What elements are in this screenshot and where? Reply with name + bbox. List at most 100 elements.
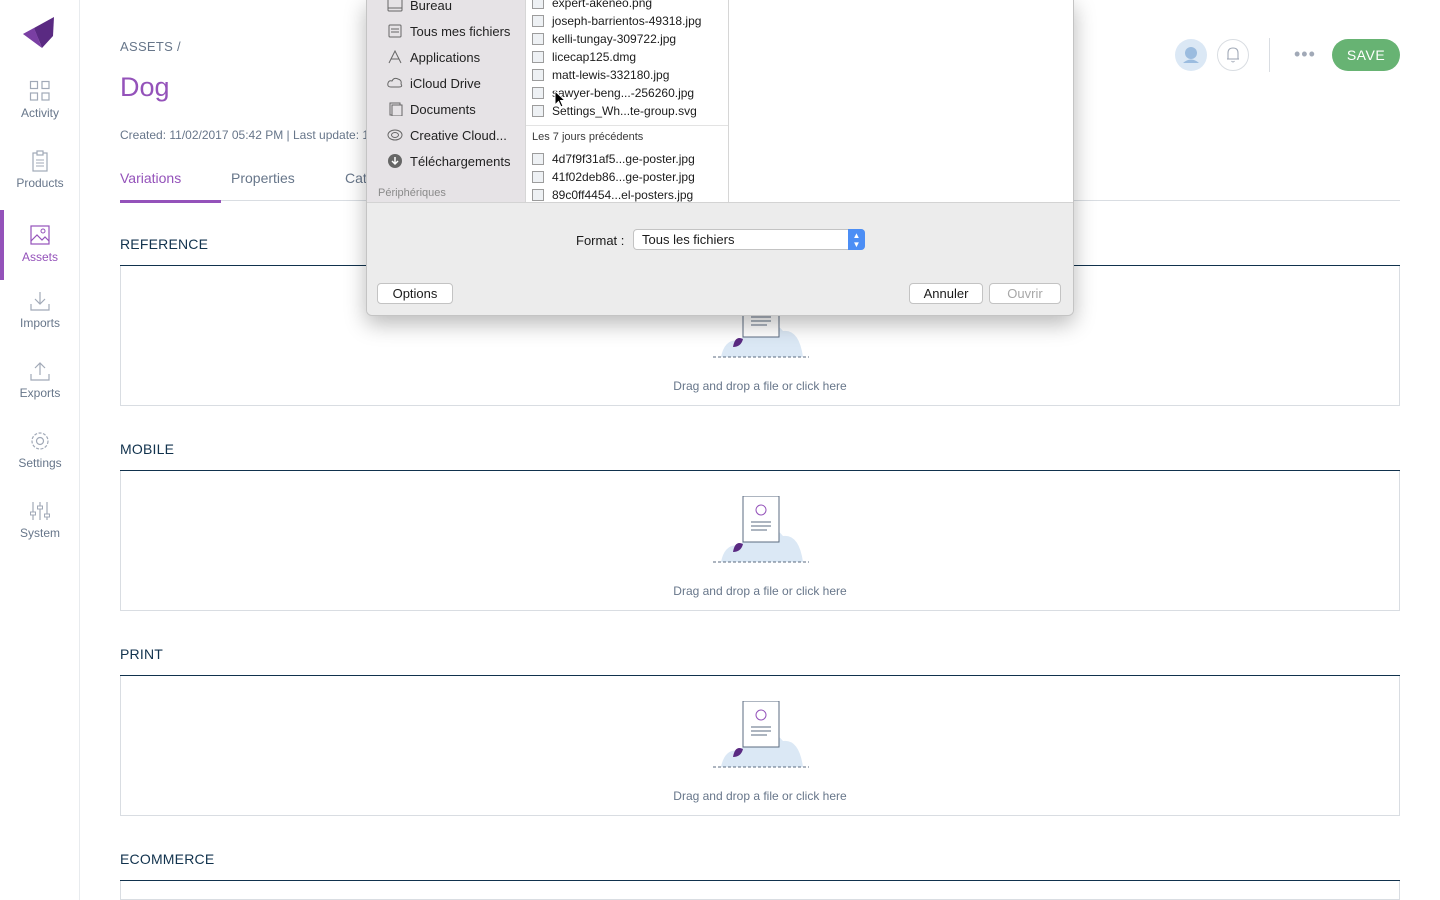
options-button[interactable]: Options <box>377 283 453 304</box>
nav-system[interactable]: System <box>0 500 80 570</box>
image-file-icon <box>532 69 544 81</box>
file-open-dialog: Bureau Tous mes fichiers Applications iC… <box>366 0 1074 316</box>
dialog-sidebar-item-documents[interactable]: Documents <box>387 102 476 120</box>
section-title-mobile: MOBILE <box>120 441 175 457</box>
page-title: Dog <box>120 72 170 102</box>
file-row[interactable]: 41f02deb86...ge-poster.jpg <box>532 170 695 188</box>
svg-file-icon <box>532 105 544 117</box>
section-title-print: PRINT <box>120 646 163 662</box>
image-file-icon <box>532 189 544 201</box>
dialog-sidebar: Bureau Tous mes fichiers Applications iC… <box>367 0 525 202</box>
main-sidebar: Activity Products Assets Imports Exports… <box>0 0 80 900</box>
dialog-preview-pane <box>729 0 1073 202</box>
documents-icon <box>389 102 403 116</box>
user-avatar[interactable] <box>1175 39 1207 71</box>
dropzone-ecommerce[interactable] <box>120 881 1400 900</box>
dropzone-hint: Drag and drop a file or click here <box>673 789 847 803</box>
dialog-sidebar-label: Documents <box>410 102 476 117</box>
image-file-icon <box>532 153 544 165</box>
nav-label: Products <box>16 176 64 190</box>
nav-label: Imports <box>19 316 60 330</box>
breadcrumb[interactable]: ASSETS / <box>120 39 181 54</box>
format-select-value: Tous les fichiers <box>642 232 735 247</box>
dialog-sidebar-item-applications[interactable]: Applications <box>387 50 480 68</box>
nav-exports[interactable]: Exports <box>0 360 80 430</box>
dropzone-print[interactable]: Drag and drop a file or click here <box>120 676 1400 816</box>
disk-image-icon <box>532 51 544 63</box>
file-name: 41f02deb86...ge-poster.jpg <box>552 170 695 184</box>
all-files-icon <box>388 24 402 38</box>
header-divider <box>1269 38 1270 72</box>
download-icon <box>30 292 50 311</box>
file-name: 89c0ff4454...el-posters.jpg <box>552 188 694 202</box>
dropzone-hint: Drag and drop a file or click here <box>673 379 847 393</box>
tab-variations[interactable]: Variations <box>120 170 221 203</box>
file-row[interactable]: 89c0ff4454...el-posters.jpg <box>532 188 693 202</box>
nav-activity[interactable]: Activity <box>0 80 80 150</box>
section-title-ecommerce: ECOMMERCE <box>120 851 215 867</box>
clipboard-icon <box>32 150 48 172</box>
image-icon <box>30 225 50 245</box>
asset-meta: Created: 11/02/2017 05:42 PM | Last upda… <box>120 128 370 142</box>
akeneo-logo[interactable] <box>20 14 60 54</box>
file-row[interactable]: licecap125.dmg <box>532 50 636 68</box>
upload-icon <box>30 362 50 381</box>
dialog-sidebar-item-creative-cloud[interactable]: Creative Cloud... <box>387 128 507 146</box>
dialog-sidebar-item-icloud[interactable]: iCloud Drive <box>387 76 481 94</box>
file-name: joseph-barrientos-49318.jpg <box>552 14 702 28</box>
nav-label: Activity <box>20 106 59 120</box>
save-button[interactable]: SAVE <box>1332 39 1400 71</box>
applications-icon <box>388 50 402 64</box>
format-label: Format : <box>576 233 625 248</box>
nav-imports[interactable]: Imports <box>0 290 80 360</box>
file-group-label: Les 7 jours précédents <box>532 131 644 143</box>
tab-properties[interactable]: Properties <box>231 170 295 200</box>
dialog-sidebar-item-all-files[interactable]: Tous mes fichiers <box>387 24 510 42</box>
creative-cloud-icon <box>387 129 403 141</box>
format-select[interactable]: Tous les fichiers ▲ ▼ <box>633 229 865 250</box>
dialog-sidebar-label: Applications <box>410 50 481 65</box>
nav-settings[interactable]: Settings <box>0 430 80 500</box>
dialog-sidebar-item-bureau[interactable]: Bureau <box>387 0 452 16</box>
file-row[interactable]: matt-lewis-332180.jpg <box>532 68 669 86</box>
upload-illustration-icon <box>713 496 809 563</box>
dropzone-mobile[interactable]: Drag and drop a file or click here <box>120 471 1400 611</box>
image-file-icon <box>532 15 544 27</box>
dialog-sidebar-item-downloads[interactable]: Téléchargements <box>387 154 510 172</box>
dialog-sidebar-label: iCloud Drive <box>410 76 481 91</box>
downloads-icon <box>388 154 402 168</box>
desktop-icon <box>387 0 403 12</box>
file-row[interactable]: 4d7f9f31af5...ge-poster.jpg <box>532 152 695 170</box>
image-file-icon <box>532 0 544 9</box>
file-group-divider <box>526 125 728 126</box>
file-name: expert-akeneo.png <box>552 0 653 10</box>
file-name: Settings_Wh...te-group.svg <box>552 104 697 118</box>
sliders-icon <box>30 502 50 520</box>
more-actions-button[interactable]: ••• <box>1294 44 1316 65</box>
file-row[interactable]: joseph-barrientos-49318.jpg <box>532 14 701 32</box>
dialog-footer: Format : Tous les fichiers ▲ ▼ Options An… <box>367 202 1073 315</box>
select-arrows-icon: ▲ ▼ <box>848 229 865 250</box>
image-file-icon <box>532 171 544 183</box>
nav-label: System <box>19 526 60 540</box>
open-button[interactable]: Ouvrir <box>989 283 1061 304</box>
file-name: sawyer-beng...-256260.jpg <box>552 86 695 100</box>
file-name: 4d7f9f31af5...ge-poster.jpg <box>552 152 695 166</box>
upload-illustration-icon <box>713 701 809 768</box>
dialog-sidebar-label: Bureau <box>410 0 452 13</box>
file-name: licecap125.dmg <box>552 50 637 64</box>
file-row[interactable]: kelli-tungay-309722.jpg <box>532 32 676 50</box>
cancel-button[interactable]: Annuler <box>909 283 983 304</box>
file-name: matt-lewis-332180.jpg <box>552 68 670 82</box>
nav-label: Exports <box>19 386 61 400</box>
nav-label: Assets <box>21 250 58 264</box>
notifications-button[interactable] <box>1217 39 1249 71</box>
dialog-sidebar-label: Creative Cloud... <box>410 128 507 143</box>
dialog-sidebar-label: Téléchargements <box>410 154 511 169</box>
image-file-icon <box>532 33 544 45</box>
nav-label: Settings <box>18 456 62 470</box>
nav-assets[interactable]: Assets <box>0 210 80 280</box>
file-row[interactable]: expert-akeneo.png <box>532 0 652 14</box>
user-avatar-icon <box>1183 47 1199 63</box>
mouse-cursor-icon <box>554 90 566 108</box>
